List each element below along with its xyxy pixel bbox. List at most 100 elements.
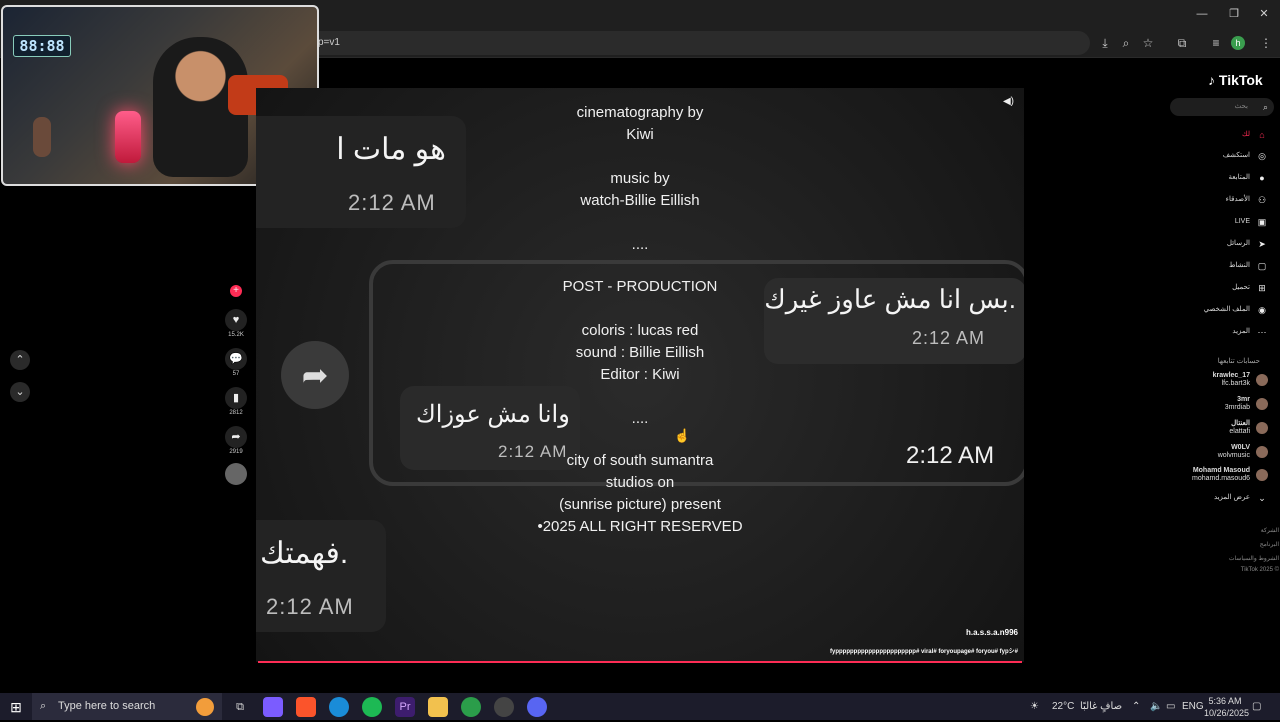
network-icon[interactable]: ▭ [1166, 693, 1175, 720]
chrome-icon[interactable] [461, 697, 481, 717]
media-icon[interactable]: ≡ [1206, 33, 1226, 53]
avatar [1256, 374, 1268, 386]
sidebar-item-5[interactable]: الرسائل ➤ [1160, 236, 1270, 252]
video-progress-bar[interactable] [258, 661, 1022, 663]
avatar [1256, 422, 1268, 434]
account-handle: 3mrdiab [1224, 404, 1250, 411]
sidebar-item-label: استكشف [1222, 152, 1250, 159]
profile-avatar[interactable]: h [1231, 36, 1245, 50]
zoom-icon[interactable]: ⌕ [1116, 33, 1136, 53]
show-more-link[interactable]: عرض المزيد ⌄ [1160, 490, 1270, 506]
share-button[interactable]: ➦ 2919 [224, 426, 248, 455]
language-indicator[interactable]: ENG [1182, 693, 1204, 720]
sidebar-item-4[interactable]: LIVE ▣ [1160, 214, 1270, 230]
followed-account[interactable]: W0LV wolvmusic [1160, 444, 1270, 460]
previous-video-button[interactable]: ⌃ [10, 350, 30, 370]
account-name: 3mr [1237, 396, 1250, 403]
taskbar-search-input[interactable]: ⌕ Type here to search [32, 693, 222, 720]
search-input[interactable]: بحث ⌕ [1170, 98, 1274, 116]
brave-icon[interactable] [296, 697, 316, 717]
volume-icon[interactable]: ◀) [1003, 96, 1014, 107]
star-icon[interactable]: ☆ [1138, 33, 1158, 53]
account-name: العنتال [1231, 420, 1250, 427]
obs-icon[interactable] [494, 697, 514, 717]
comment-count: 57 [232, 371, 240, 377]
figurine [33, 117, 51, 157]
bookmark-button[interactable]: ▮ 2812 [224, 387, 248, 416]
footer-program[interactable]: البرنامج [1260, 541, 1279, 548]
edge-icon[interactable] [329, 697, 349, 717]
sidebar-item-6[interactable]: النشاط ▢ [1160, 258, 1270, 274]
notification-icon[interactable]: ▢ [1252, 693, 1261, 720]
sidebar-item-7[interactable]: تحميل ⊞ [1160, 280, 1270, 296]
search-icon: ⌕ [1262, 102, 1268, 112]
footer-terms[interactable]: الشروط والسياسات [1229, 555, 1279, 562]
copilot-icon[interactable] [263, 697, 283, 717]
followed-account[interactable]: 3mr 3mrdiab [1160, 396, 1270, 412]
file-explorer-icon[interactable] [428, 697, 448, 717]
comment-icon: 💬 [225, 348, 247, 370]
account-name: Mohamd Masoud [1192, 467, 1250, 474]
sidebar-item-label: المزيد [1232, 328, 1250, 335]
mouse-cursor: ☝ [674, 428, 691, 443]
weather-temp[interactable]: 22°C [1052, 693, 1074, 720]
followed-account[interactable]: krawlec_17 lfc.bart3k [1160, 372, 1270, 388]
follow-button[interactable]: + [224, 285, 248, 297]
followed-account[interactable]: Mohamd Masoud mohamd.masoud6 [1160, 467, 1270, 483]
system-clock[interactable]: 5:36 AM 10/26/2025 [1204, 695, 1249, 722]
url-field[interactable]: p=v1 [300, 31, 1090, 55]
bookmark-icon: ▮ [225, 387, 247, 409]
account-handle: wolvmusic [1217, 452, 1250, 459]
sidebar-item-3[interactable]: الأصدقاء ⚇ [1160, 192, 1270, 208]
sidebar-item-9[interactable]: المزيد ⋯ [1160, 324, 1270, 340]
sidebar-item-label: الرسائل [1226, 240, 1250, 247]
sidebar-item-1[interactable]: استكشف ◎ [1160, 148, 1270, 164]
sidebar-item-0[interactable]: لك ⌂ [1160, 127, 1270, 143]
footer-company[interactable]: الشركة [1261, 527, 1279, 534]
avatar [1256, 446, 1268, 458]
discord-icon[interactable] [527, 697, 547, 717]
chat-time: 2:12 AM [266, 594, 354, 619]
minimize-button[interactable]: — [1190, 4, 1214, 24]
credits-post-production: POST - PRODUCTION [562, 278, 718, 295]
restore-button[interactable]: ❐ [1222, 4, 1246, 24]
comment-button[interactable]: 💬 57 [224, 348, 248, 377]
sidebar-item-2[interactable]: المتابعة ● [1160, 170, 1270, 186]
sidebar-item-label: LIVE [1234, 218, 1250, 225]
video-player[interactable]: هو مات ا 2:12 AM بس انا مش عاوز غيرك. 2:… [256, 88, 1024, 662]
sound-button[interactable] [224, 463, 248, 485]
sidebar-item-8[interactable]: الملف الشخصي ◉ [1160, 302, 1270, 318]
spotify-icon[interactable] [362, 697, 382, 717]
author-handle[interactable]: h.a.s.s.a.n996 [966, 628, 1018, 637]
sidebar-item-label: لك [1241, 131, 1250, 138]
weather-icon[interactable]: ☀ [1030, 693, 1039, 720]
volume-icon[interactable]: 🔈 [1150, 693, 1162, 720]
account-handle: mohamd.masoud6 [1192, 475, 1250, 482]
like-button[interactable]: ♥ 15.2K [224, 309, 248, 338]
windows-start-icon[interactable]: ⊞ [6, 697, 26, 717]
close-button[interactable]: ✕ [1252, 4, 1276, 24]
task-view-icon[interactable]: ⧉ [230, 697, 250, 717]
following-heading: حسابات تتابعها [1217, 358, 1260, 365]
tray-chevron-icon[interactable]: ⌃ [1132, 693, 1140, 720]
weather-text[interactable]: صافٍ غالبًا [1080, 693, 1122, 720]
friends-icon: ⚇ [1257, 195, 1267, 205]
extensions-icon[interactable]: ⧉ [1172, 33, 1192, 53]
activity-icon: ▢ [1257, 261, 1267, 271]
video-hashtags[interactable]: fypppppppppppppppppppppp# viral# foryoup… [830, 646, 1018, 655]
footer-copyright: TikTok 2025 © [1240, 567, 1279, 573]
more-icon[interactable]: ⋮ [1256, 33, 1276, 53]
home-icon: ⌂ [1259, 130, 1265, 140]
lamp [115, 111, 141, 163]
account-handle: lfc.bart3k [1221, 380, 1250, 387]
desk-clock: 88:88 [13, 35, 71, 57]
followed-account[interactable]: العنتال elattafi [1160, 420, 1270, 436]
install-icon[interactable]: ⤓ [1095, 33, 1115, 53]
avatar [1256, 398, 1268, 410]
search-highlight-icon[interactable] [196, 698, 214, 716]
following-icon: ● [1259, 173, 1265, 183]
tiktok-logo[interactable]: ♪ TikTok [1208, 72, 1263, 88]
premiere-icon[interactable]: Pr [395, 697, 415, 717]
credits-music: music by watch-Billie Eillish [580, 170, 700, 209]
next-video-button[interactable]: ⌄ [10, 382, 30, 402]
